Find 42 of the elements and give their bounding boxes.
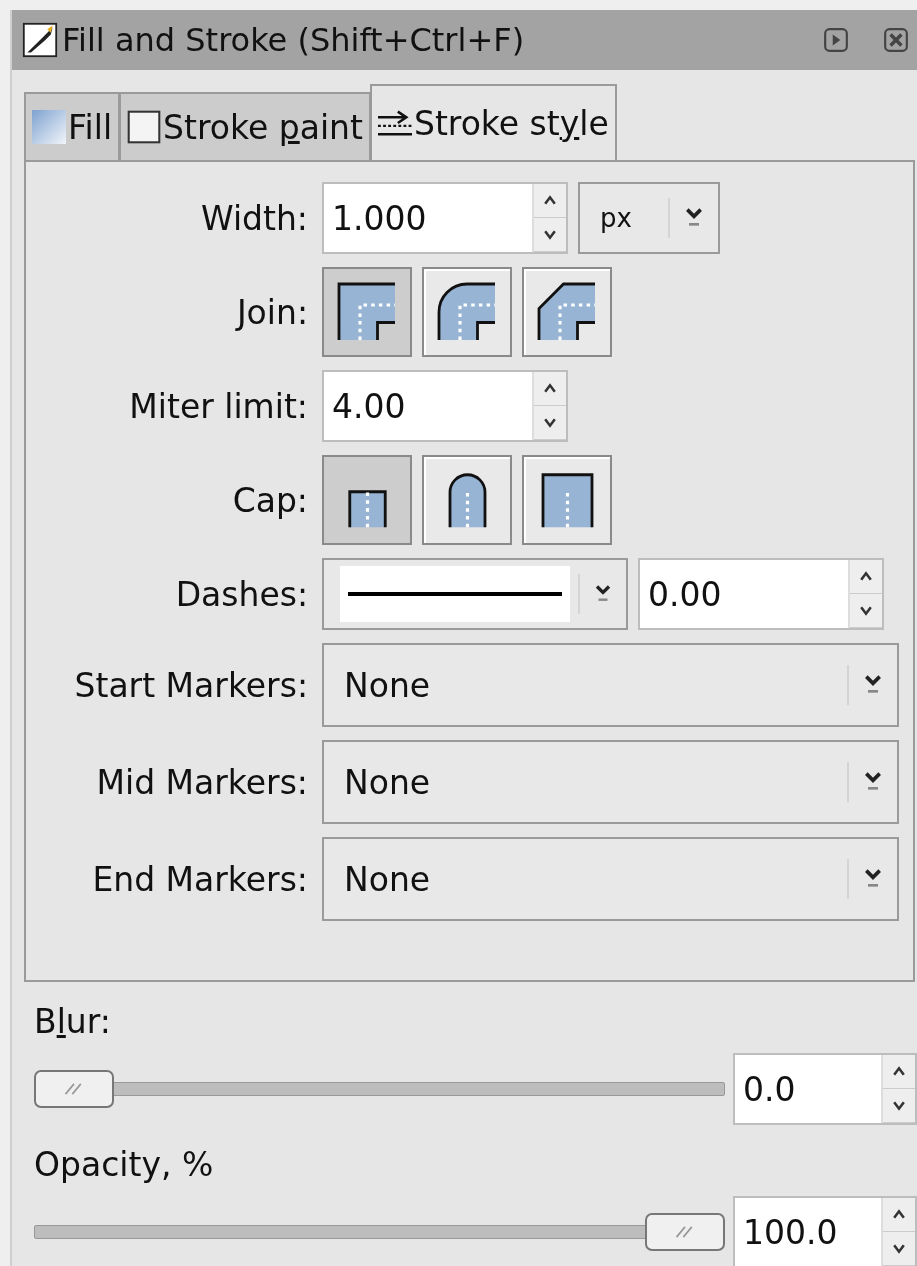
field-label: Start Markers: — [73, 665, 308, 705]
slider-label: Opacity, % — [34, 1145, 215, 1184]
join-option[interactable] — [422, 267, 512, 357]
field-label: Mid Markers: — [95, 762, 308, 802]
field-label: Miter limit: — [128, 386, 308, 426]
slider-handle[interactable] — [645, 1213, 725, 1251]
window-title: Fill and Stroke (Shift+Ctrl+F) — [62, 21, 526, 59]
unit-dropdown[interactable]: px — [578, 182, 720, 254]
dash-dropdown[interactable] — [322, 558, 628, 630]
line-cap-icon — [447, 473, 487, 529]
slider-handle[interactable] — [34, 1070, 114, 1108]
tab[interactable]: Stroke paint — [119, 92, 370, 160]
cap-option[interactable] — [322, 455, 412, 545]
field-label: Dashes: — [174, 574, 308, 614]
tab[interactable]: Stroke style — [369, 84, 617, 160]
cap-option[interactable] — [522, 455, 612, 545]
play-icon[interactable] — [823, 27, 849, 53]
width-field[interactable]: 1.000 — [322, 182, 568, 254]
dash-offset-field[interactable]: 0.00 — [638, 558, 884, 630]
join-option[interactable] — [322, 267, 412, 357]
field-label: Width: — [200, 198, 308, 238]
line-cap-icon — [540, 473, 594, 529]
slider-track[interactable] — [34, 1069, 725, 1109]
marker-dropdown[interactable]: None — [322, 740, 899, 824]
tab[interactable]: Fill — [24, 92, 120, 160]
field-label: Join: — [234, 292, 308, 332]
close-icon[interactable] — [883, 27, 909, 53]
slider-label: Blur: — [34, 1002, 112, 1041]
field-label: Cap: — [231, 480, 308, 520]
stroke-swatch-icon — [127, 110, 162, 144]
marker-dropdown[interactable]: None — [322, 643, 899, 727]
join-option[interactable] — [522, 267, 612, 357]
fill-swatch-icon — [32, 110, 66, 144]
brush-icon — [22, 22, 58, 58]
marker-dropdown[interactable]: None — [322, 837, 899, 921]
opacity-field[interactable]: 100.0 — [733, 1196, 917, 1266]
cap-option[interactable] — [422, 455, 512, 545]
field-label: End Markers: — [91, 859, 308, 899]
slider-track[interactable] — [34, 1212, 725, 1252]
miter-limit-field[interactable]: 4.00 — [322, 370, 568, 442]
blur-field[interactable]: 0.0 — [733, 1053, 917, 1125]
line-cap-icon — [347, 490, 387, 529]
